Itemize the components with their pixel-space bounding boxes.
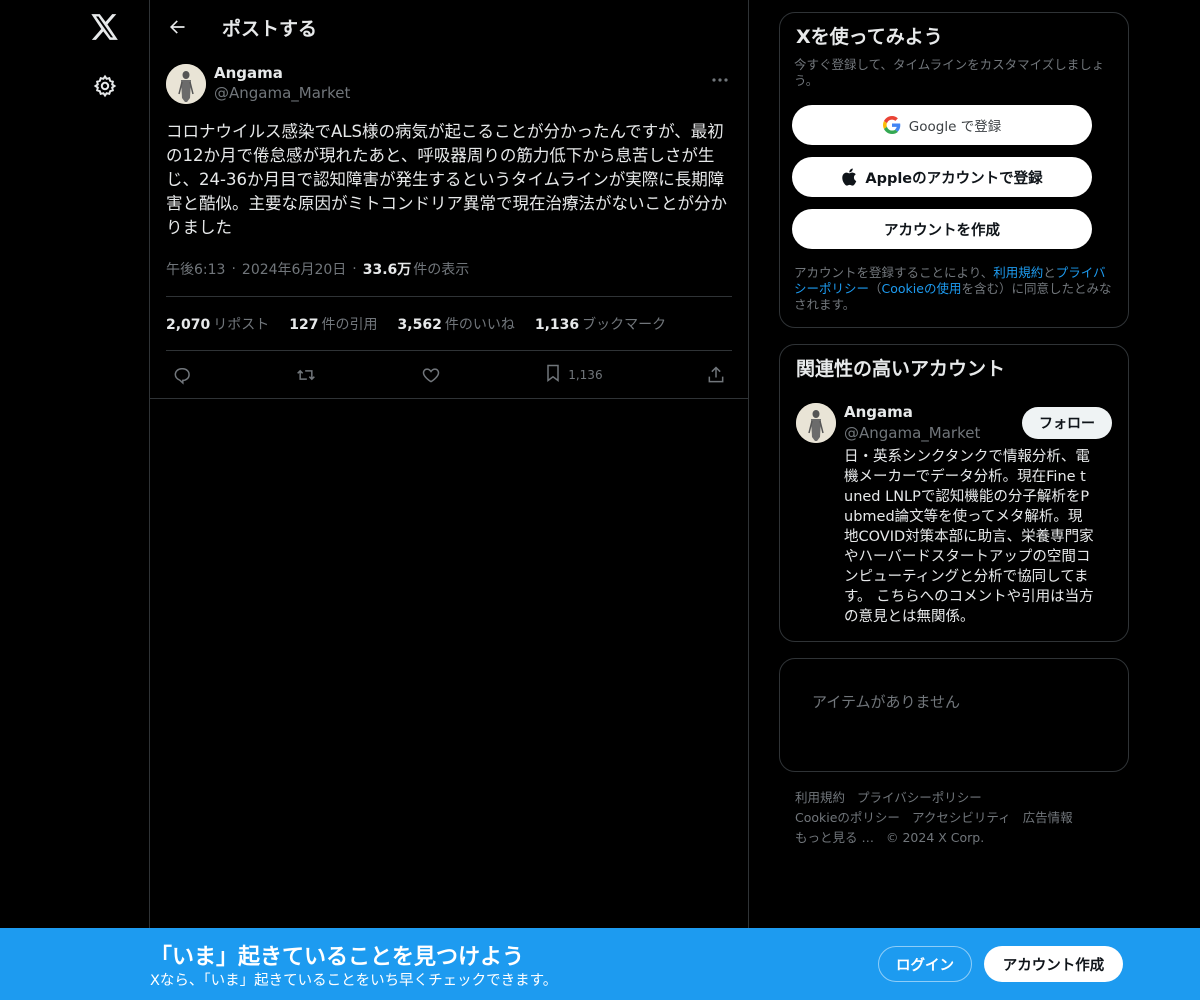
meta-separator: · xyxy=(231,261,236,277)
main-column: ポストする Angama @Angama_Market コロナウイルス感染でAL… xyxy=(149,0,749,1000)
create-account-button[interactable]: アカウントを作成 xyxy=(792,209,1092,249)
related-accounts-card: 関連性の高いアカウント Angama @Angama_Market 日・英系シン… xyxy=(779,344,1129,642)
apple-signup-label: Appleのアカウントで登録 xyxy=(865,170,1043,187)
login-banner: 「いま」起きていることを見つけよう Xなら、「いま」起きていることをいち早くチェ… xyxy=(0,928,1200,1000)
page-title: ポストする xyxy=(222,17,318,40)
related-title: 関連性の高いアカウント xyxy=(796,358,1006,380)
like-heart-icon[interactable] xyxy=(421,365,441,385)
trends-empty-text: アイテムがありません xyxy=(812,693,961,711)
reposts-stat[interactable]: 2,070 リポスト xyxy=(166,314,269,334)
banner-subtitle: Xなら、「いま」起きていることをいち早くチェックできます。 xyxy=(150,973,558,989)
footer-copyright: © 2024 X Corp. xyxy=(885,830,985,845)
bookmark-count: 1,136 xyxy=(568,367,603,382)
related-account-bio: 日・英系シンクタンクで情報分析、電機メーカーでデータ分析。現在Fine tune… xyxy=(844,449,1094,625)
post-header: ポストする xyxy=(150,0,748,54)
related-account[interactable]: Angama @Angama_Market 日・英系シンクタンクで情報分析、電機… xyxy=(796,403,1112,627)
google-signup-label: Google で登録 xyxy=(908,119,1002,135)
quotes-stat[interactable]: 127 件の引用 xyxy=(289,314,377,334)
settings-gear-icon[interactable] xyxy=(91,72,119,100)
banner-title: 「いま」起きていることを見つけよう xyxy=(150,945,525,970)
post-text: コロナウイルス感染でALS様の病気が起こることが分かったんですが、最初の12か月… xyxy=(166,122,727,237)
meta-separator: · xyxy=(352,261,357,277)
right-sidebar: Xを使ってみよう 今すぐ登録して、タイムラインをカスタマイズしましょう。 Goo… xyxy=(779,12,1129,848)
bookmark-icon[interactable] xyxy=(544,363,562,386)
author-handle[interactable]: @Angama_Market xyxy=(214,82,350,104)
signup-title: Xを使ってみよう xyxy=(796,26,943,48)
reply-icon[interactable] xyxy=(172,365,192,385)
left-nav xyxy=(0,0,150,1000)
footer-ads-link[interactable]: 広告情報 xyxy=(1023,810,1073,825)
bookmark-action[interactable]: 1,136 xyxy=(544,363,603,386)
footer-more-link[interactable]: もっと見る … xyxy=(795,830,874,845)
terms-link[interactable]: 利用規約 xyxy=(993,265,1043,280)
terms-and-text: と xyxy=(1043,265,1056,280)
cookie-link[interactable]: Cookieの使用 xyxy=(882,281,962,296)
author-name[interactable]: Angama xyxy=(214,64,350,82)
more-options-icon[interactable] xyxy=(710,70,730,90)
terms-text: アカウントを登録することにより、 xyxy=(794,265,994,280)
x-logo-icon[interactable] xyxy=(88,10,122,44)
post-views-count: 33.6万 xyxy=(362,262,412,278)
bookmarks-stat[interactable]: 1,136 ブックマーク xyxy=(535,314,666,334)
share-icon[interactable] xyxy=(706,365,726,385)
post-stats: 2,070 リポスト 127 件の引用 3,562 件のいいね 1,136 ブックマーク xyxy=(166,296,732,350)
signup-subtitle: 今すぐ登録して、タイムラインをカスタマイズしましょう。 xyxy=(794,57,1105,88)
footer-links: 利用規約 プライバシーポリシー Cookieのポリシー アクセシビリティ 広告情報 も… xyxy=(779,788,1129,848)
footer-terms-link[interactable]: 利用規約 xyxy=(795,790,845,805)
post-views-label: 件の表示 xyxy=(413,262,470,278)
trends-card: アイテムがありません xyxy=(779,658,1129,772)
back-arrow-icon[interactable] xyxy=(150,0,204,54)
apple-signup-button[interactable]: Appleのアカウントで登録 xyxy=(792,157,1092,197)
google-signup-button[interactable]: Google で登録 xyxy=(792,105,1092,145)
signup-button[interactable]: アカウント作成 xyxy=(984,946,1123,982)
post-detail: Angama @Angama_Market コロナウイルス感染でALS様の病気が… xyxy=(150,54,748,399)
signup-card: Xを使ってみよう 今すぐ登録して、タイムラインをカスタマイズしましょう。 Goo… xyxy=(779,12,1129,328)
google-icon xyxy=(882,116,901,134)
post-date[interactable]: 2024年6月20日 xyxy=(242,259,346,279)
create-account-label: アカウントを作成 xyxy=(884,222,1000,239)
follow-button[interactable]: フォロー xyxy=(1022,407,1112,439)
post-actions: 1,136 xyxy=(166,350,732,398)
login-button[interactable]: ログイン xyxy=(878,946,972,982)
footer-privacy-link[interactable]: プライバシーポリシー xyxy=(857,790,982,805)
post-meta: 午後6:13 · 2024年6月20日 · 33.6万 件の表示 xyxy=(166,256,732,282)
footer-cookie-link[interactable]: Cookieのポリシー xyxy=(795,810,900,825)
post-time[interactable]: 午後6:13 xyxy=(166,259,225,279)
terms-paren: （ xyxy=(869,281,882,296)
repost-icon[interactable] xyxy=(295,365,317,385)
post-author: Angama @Angama_Market xyxy=(166,64,732,110)
avatar[interactable] xyxy=(796,403,836,443)
avatar[interactable] xyxy=(166,64,206,104)
footer-accessibility-link[interactable]: アクセシビリティ xyxy=(912,810,1011,825)
apple-icon xyxy=(841,168,857,186)
signup-terms: アカウントを登録することにより、利用規約とプライバシーポリシー（Cookieの使… xyxy=(794,265,1112,313)
likes-stat[interactable]: 3,562 件のいいね xyxy=(398,314,515,334)
